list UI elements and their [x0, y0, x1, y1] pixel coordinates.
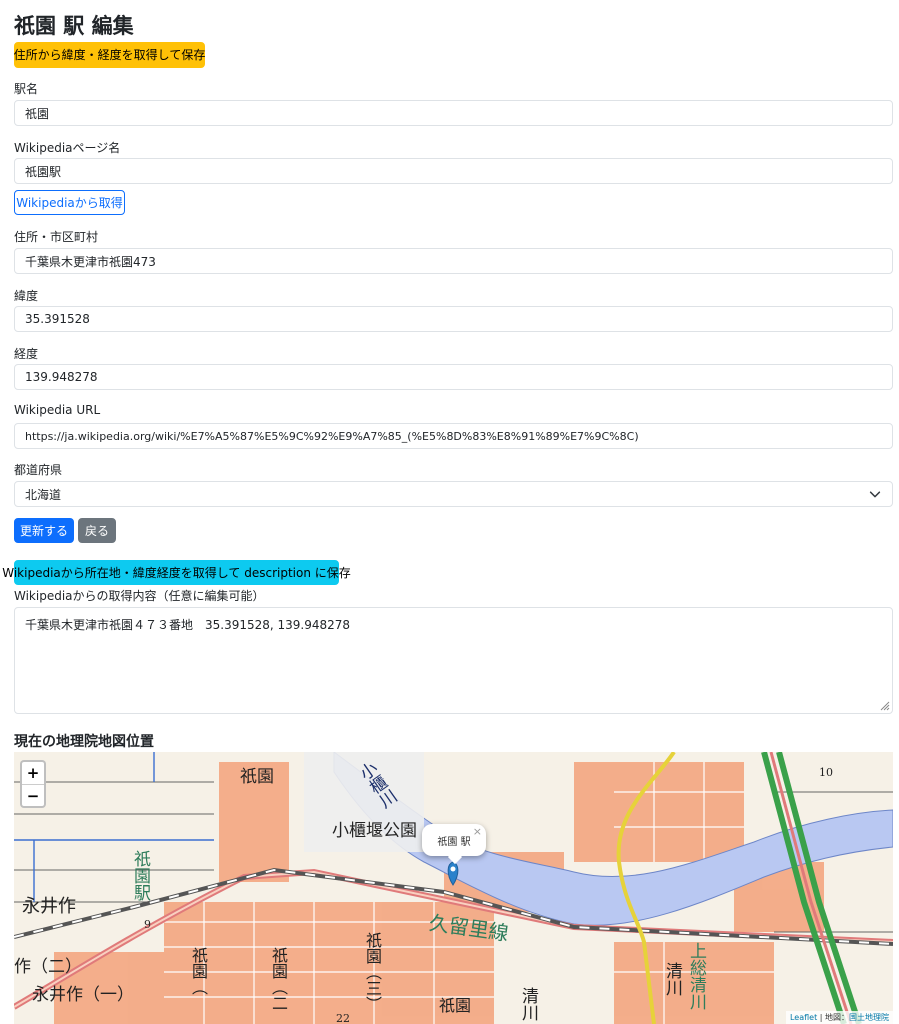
- map-view[interactable]: 祇園 小櫃川 小櫃堰公園 祇園駅 永井作 久留里線 作（二） 永井作（一） 祇園…: [14, 752, 893, 1024]
- map-label-kiyokawa-2: 清川: [662, 962, 682, 996]
- wiki-content-text: 千葉県木更津市祇園４７３番地 35.391528, 139.948278: [25, 618, 351, 632]
- map-popup: 祇園 駅 ×: [422, 824, 486, 865]
- map-label-num-9: 9: [144, 918, 151, 931]
- wiki-location-save-button[interactable]: Wikipediaから所在地・緯度経度を取得して description に保存: [2, 560, 351, 585]
- wiki-page-label: Wikipediaページ名: [14, 141, 121, 155]
- prefecture-select[interactable]: 北海道: [14, 481, 893, 507]
- map-popup-text: 祇園 駅: [437, 836, 471, 848]
- wiki-fetch-button[interactable]: Wikipediaから取得: [14, 190, 125, 215]
- map-zoom-control: + −: [20, 760, 46, 808]
- map-attribution: Leaflet | 地図：国土地理院: [785, 1011, 893, 1024]
- attribution-separator: | 地図：: [817, 1013, 849, 1022]
- longitude-label: 経度: [14, 347, 39, 361]
- map-heading: 現在の地理院地図位置: [14, 734, 154, 750]
- map-label-nagaisaku-2: 作（二）: [14, 957, 82, 977]
- station-name-input[interactable]: 祇園: [14, 100, 893, 126]
- popup-close-icon[interactable]: ×: [473, 825, 482, 838]
- wiki-url-label: Wikipedia URL: [14, 403, 101, 417]
- geocode-save-button[interactable]: 住所から緯度・経度を取得して保存: [14, 42, 205, 68]
- wiki-content-label: Wikipediaからの取得内容（任意に編集可能）: [14, 589, 265, 603]
- map-label-nagaisaku-1: 永井作（一）: [32, 985, 134, 1005]
- map-label-park: 小櫃堰公園: [332, 821, 417, 841]
- wiki-url-input[interactable]: https://ja.wikipedia.org/wiki/%E7%A5%87%…: [14, 423, 893, 449]
- prefecture-label: 都道府県: [14, 463, 63, 477]
- latitude-input[interactable]: 35.391528: [14, 306, 893, 332]
- latitude-label: 緯度: [14, 289, 39, 303]
- longitude-input[interactable]: 139.948278: [14, 364, 893, 390]
- gsi-link[interactable]: 国土地理院: [849, 1013, 889, 1022]
- chevron-down-icon: [869, 491, 881, 498]
- wiki-content-textarea[interactable]: 千葉県木更津市祇園４７３番地 35.391528, 139.948278: [14, 607, 893, 714]
- update-button[interactable]: 更新する: [14, 518, 74, 543]
- prefecture-selected-value: 北海道: [25, 487, 62, 502]
- map-label-nagaisaku: 永井作: [22, 896, 76, 917]
- map-label-gion-block-c: 祇園（三）: [363, 932, 382, 1012]
- wiki-page-input[interactable]: 祇園駅: [14, 158, 893, 184]
- zoom-out-button[interactable]: −: [22, 785, 44, 807]
- map-label-kazusa-kiyokawa: 上総清川: [686, 942, 706, 1010]
- address-label: 住所・市区町村: [14, 230, 99, 244]
- map-label-num-22: 22: [336, 1012, 350, 1024]
- page-title: 祇園 駅 編集: [14, 14, 134, 38]
- resize-grip-icon[interactable]: [878, 699, 890, 711]
- map-label-gion-block-d: 祇園: [439, 996, 472, 1015]
- map-label-num-10: 10: [819, 766, 833, 779]
- map-label-gion-block-b: 祇園（二: [269, 947, 288, 1011]
- zoom-in-button[interactable]: +: [22, 762, 44, 785]
- map-label-gion-block-a: 祇園（: [189, 947, 208, 995]
- leaflet-link[interactable]: Leaflet: [790, 1013, 817, 1022]
- address-input[interactable]: 千葉県木更津市祇園473: [14, 248, 893, 274]
- station-name-label: 駅名: [14, 82, 39, 96]
- edit-page: 祇園 駅 編集 住所から緯度・経度を取得して保存 駅名 祇園 Wikipedia…: [0, 0, 899, 1024]
- map-label-kiyokawa: 清川: [518, 987, 538, 1021]
- map-label-gion-top: 祇園: [240, 767, 274, 787]
- map-label-gion-station: 祇園駅: [130, 850, 150, 901]
- back-button[interactable]: 戻る: [78, 518, 116, 543]
